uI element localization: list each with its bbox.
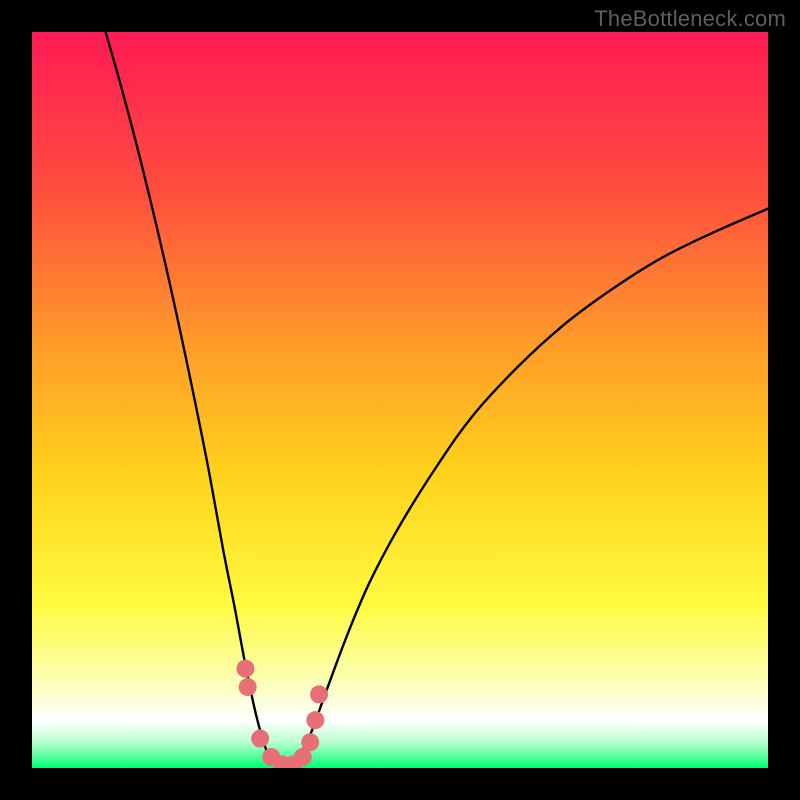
data-marker — [310, 685, 328, 703]
data-marker — [306, 711, 324, 729]
data-marker — [251, 730, 269, 748]
data-marker — [301, 733, 319, 751]
data-marker — [236, 660, 254, 678]
outer-frame: TheBottleneck.com — [0, 0, 800, 800]
chart-svg — [32, 32, 768, 768]
data-marker — [239, 678, 257, 696]
gradient-background — [32, 32, 768, 768]
plot-area — [32, 32, 768, 768]
watermark-text: TheBottleneck.com — [594, 6, 786, 32]
